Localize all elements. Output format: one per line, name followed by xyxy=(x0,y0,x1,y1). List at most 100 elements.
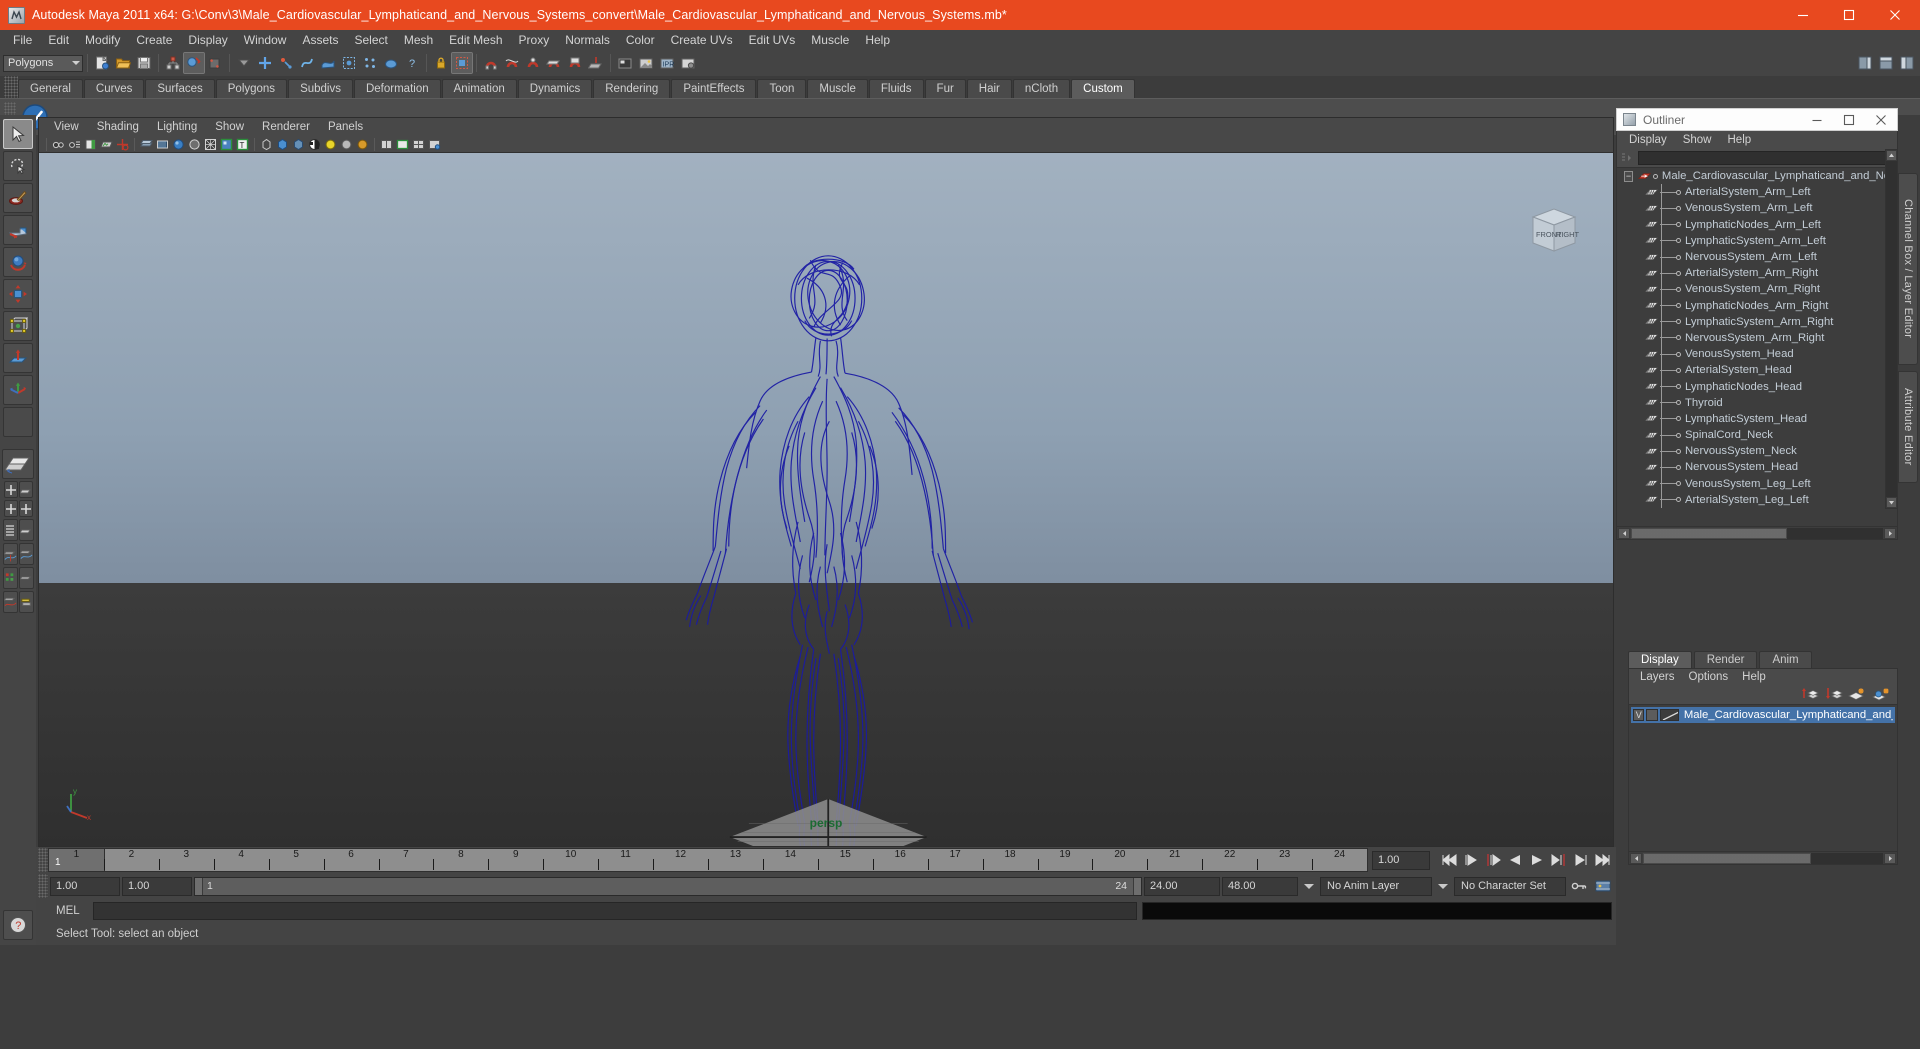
outliner-hscroll-thumb[interactable] xyxy=(1631,528,1787,539)
snap-to-point-icon[interactable] xyxy=(523,53,543,73)
layer-menu-layers[interactable]: Layers xyxy=(1633,671,1682,683)
shelf-tab-fluids[interactable]: Fluids xyxy=(869,79,924,98)
outliner-vertical-scrollbar[interactable] xyxy=(1885,149,1898,509)
time-slider-grip[interactable] xyxy=(38,848,48,872)
step-forward-frame-icon[interactable] xyxy=(1570,850,1592,870)
textured-icon[interactable] xyxy=(219,137,234,152)
animation-preferences-icon[interactable] xyxy=(1592,876,1614,896)
time-slider-track[interactable]: 1 12345678910111213141516171819202122232… xyxy=(48,848,1368,872)
outliner-horizontal-scrollbar[interactable] xyxy=(1616,527,1898,540)
step-back-key-icon[interactable] xyxy=(1482,850,1504,870)
last-tool-used-button[interactable] xyxy=(3,407,33,437)
command-line-input[interactable] xyxy=(93,902,1137,920)
shelf-tab-hair[interactable]: Hair xyxy=(967,79,1012,98)
viewport-menu-panels[interactable]: Panels xyxy=(319,121,372,133)
go-to-start-icon[interactable] xyxy=(1438,850,1460,870)
anim-end-time-field[interactable]: 48.00 xyxy=(1222,877,1298,896)
outliner-item-row[interactable]: ArterialSystem_Arm_Right xyxy=(1617,265,1897,281)
render-current-frame-icon[interactable] xyxy=(636,53,656,73)
shelf-tab-subdivs[interactable]: Subdivs xyxy=(288,79,353,98)
outliner-menu-display[interactable]: Display xyxy=(1621,134,1675,146)
wireframe-on-shaded-icon[interactable] xyxy=(203,137,218,152)
outliner-item-row[interactable]: VenousSystem_Arm_Left xyxy=(1617,200,1897,216)
panel-layout-icon[interactable] xyxy=(395,137,410,152)
open-scene-icon[interactable] xyxy=(113,53,133,73)
surfaces-mask-icon[interactable] xyxy=(318,53,338,73)
camera-attributes-icon[interactable] xyxy=(67,137,82,152)
outliner-close-button[interactable] xyxy=(1865,108,1897,131)
smooth-shade-all-icon[interactable] xyxy=(171,137,186,152)
select-by-component-type-icon[interactable] xyxy=(205,53,225,73)
outliner-item-row[interactable]: LymphaticSystem_Arm_Right xyxy=(1617,314,1897,330)
menu-select[interactable]: Select xyxy=(346,31,395,49)
shelf-tab-rendering[interactable]: Rendering xyxy=(593,79,670,98)
shelf-tab-deformation[interactable]: Deformation xyxy=(354,79,441,98)
outliner-item-row[interactable]: NervousSystem_Neck xyxy=(1617,443,1897,459)
film-gate-icon[interactable] xyxy=(155,137,170,152)
help-tool-button[interactable]: ? xyxy=(3,910,33,940)
scroll-right-icon[interactable] xyxy=(1884,528,1896,539)
viewport-menu-lighting[interactable]: Lighting xyxy=(148,121,206,133)
step-back-frame-icon[interactable] xyxy=(1460,850,1482,870)
playback-end-time-field[interactable]: 24.00 xyxy=(1144,877,1220,896)
snap-to-view-plane-icon[interactable] xyxy=(565,53,585,73)
layout-two-pane-stacked-button[interactable] xyxy=(4,500,18,517)
shelf-tab-muscle[interactable]: Muscle xyxy=(807,79,867,98)
outliner-item-row[interactable]: LymphaticNodes_Head xyxy=(1617,378,1897,394)
play-forwards-icon[interactable] xyxy=(1526,850,1548,870)
layout-persp-only-button[interactable] xyxy=(19,519,34,541)
menu-create-uvs[interactable]: Create UVs xyxy=(663,31,741,49)
dynamics-mask-icon[interactable] xyxy=(360,53,380,73)
new-scene-icon[interactable] xyxy=(92,53,112,73)
menu-edit-uvs[interactable]: Edit UVs xyxy=(741,31,804,49)
move-layer-up-icon[interactable] xyxy=(1800,687,1819,702)
outliner-item-row[interactable]: VenousSystem_Leg_Left xyxy=(1617,476,1897,492)
menu-set-selector[interactable]: Polygons xyxy=(3,55,83,72)
layer-scroll-left-icon[interactable] xyxy=(1630,853,1642,864)
scroll-left-icon[interactable] xyxy=(1618,528,1630,539)
snap-to-grid-icon[interactable] xyxy=(481,53,501,73)
outliner-hscroll-track[interactable] xyxy=(1631,528,1883,539)
outliner-item-row[interactable]: Thyroid xyxy=(1617,395,1897,411)
layer-visibility-checkbox[interactable]: V xyxy=(1633,709,1644,721)
step-forward-key-icon[interactable] xyxy=(1548,850,1570,870)
menu-edit[interactable]: Edit xyxy=(40,31,77,49)
snap-to-plane-icon[interactable] xyxy=(544,53,564,73)
show-tool-settings-icon[interactable] xyxy=(1897,53,1917,73)
component-mask-icon[interactable] xyxy=(234,53,254,73)
expand-collapse-icon[interactable] xyxy=(1621,152,1634,165)
show-manipulator-tool-button[interactable] xyxy=(3,375,33,405)
lock-selection-icon[interactable] xyxy=(431,53,451,73)
shelf-tab-general[interactable]: General xyxy=(18,79,83,98)
outliner-item-row[interactable]: LymphaticNodes_Arm_Left xyxy=(1617,217,1897,233)
new-layer-icon[interactable] xyxy=(1848,687,1867,702)
layer-display-type-swatch[interactable] xyxy=(1660,709,1679,721)
menu-display[interactable]: Display xyxy=(180,31,235,49)
layer-name-label[interactable]: Male_Cardiovascular_Lymphaticand_and_N xyxy=(1684,709,1893,721)
menu-muscle[interactable]: Muscle xyxy=(803,31,857,49)
layer-list[interactable]: V Male_Cardiovascular_Lymphaticand_and_N xyxy=(1628,704,1898,852)
shelf-tab-toon[interactable]: Toon xyxy=(757,79,806,98)
outliner-search-input[interactable] xyxy=(1638,151,1893,165)
layer-playback-checkbox[interactable] xyxy=(1646,709,1657,721)
render-settings-icon[interactable] xyxy=(678,53,698,73)
xray-icon[interactable] xyxy=(291,137,306,152)
viewport-menu-renderer[interactable]: Renderer xyxy=(253,121,319,133)
shelf-tab-ncloth[interactable]: nCloth xyxy=(1013,79,1070,98)
misc-mask-icon[interactable]: ? xyxy=(402,53,422,73)
outliner-maximize-button[interactable] xyxy=(1833,108,1865,131)
layout-persp-outliner-button[interactable] xyxy=(19,481,33,498)
menu-help[interactable]: Help xyxy=(857,31,898,49)
outliner-item-row[interactable]: ArterialSystem_Arm_Left xyxy=(1617,184,1897,200)
tab-display-layers[interactable]: Display xyxy=(1628,651,1692,668)
layout-persp-trax-button[interactable] xyxy=(3,591,18,613)
layout-hypershade-persp-button[interactable] xyxy=(3,567,18,589)
range-slider-grip[interactable] xyxy=(38,874,48,898)
menu-edit-mesh[interactable]: Edit Mesh xyxy=(441,31,510,49)
shelf-tab-curves[interactable]: Curves xyxy=(84,79,144,98)
viewport-menu-show[interactable]: Show xyxy=(206,121,253,133)
lasso-select-tool-button[interactable] xyxy=(3,151,33,181)
layout-two-pane-side-button[interactable] xyxy=(19,500,33,517)
scroll-down-icon[interactable] xyxy=(1886,497,1897,508)
move-layer-down-icon[interactable] xyxy=(1824,687,1843,702)
